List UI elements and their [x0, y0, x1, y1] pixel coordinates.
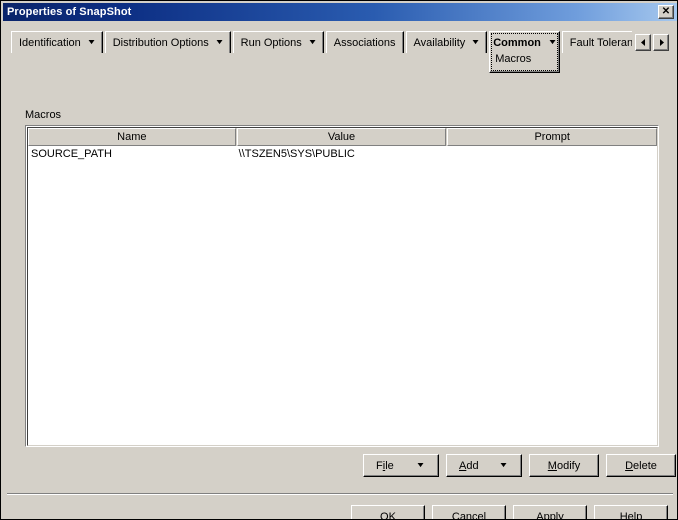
modify-button-label: Modify — [547, 459, 581, 472]
tab-scroll-buttons — [635, 31, 669, 53]
delete-button-label: Delete — [625, 459, 657, 472]
tab-common[interactable]: Common ▼ Macros — [489, 31, 560, 73]
macros-group-label: Macros — [25, 109, 62, 121]
close-icon[interactable]: ✕ — [658, 5, 674, 19]
macros-list-header: Name Value Prompt — [28, 128, 657, 146]
close-glyph: ✕ — [661, 6, 671, 17]
help-button-label: Help — [619, 510, 643, 520]
dialog-client-area: Identification ▼ Distribution Options ▼ … — [3, 22, 677, 520]
add-button[interactable]: Add ▼ — [446, 454, 522, 477]
dialog-buttons: OK Cancel Apply Help — [351, 505, 668, 520]
chevron-down-icon: ▼ — [214, 39, 225, 46]
chevron-down-icon: ▼ — [498, 462, 509, 469]
column-header-prompt[interactable]: Prompt — [447, 128, 657, 146]
tab-common-subitem-macros[interactable]: Macros — [495, 53, 531, 65]
tab-fault-tolerance[interactable]: Fault Tolerance — [561, 31, 632, 53]
chevron-down-icon: ▼ — [547, 39, 558, 46]
tab-distribution-options-label: Distribution Options — [112, 36, 209, 49]
help-button[interactable]: Help — [594, 505, 668, 520]
file-button-label: File — [376, 459, 394, 472]
delete-button[interactable]: Delete — [606, 454, 676, 477]
tab-run-options-label: Run Options — [240, 36, 302, 49]
window-title: Properties of SnapShot — [7, 6, 132, 18]
add-button-label: Add — [459, 459, 479, 472]
chevron-down-icon: ▼ — [86, 39, 97, 46]
tab-availability-label: Availability — [413, 36, 466, 49]
tab-common-header[interactable]: Common ▼ — [493, 34, 558, 51]
tab-fault-tolerance-label: Fault Tolerance — [569, 36, 632, 49]
macros-action-buttons: File ▼ Add ▼ Modify Delete — [363, 454, 676, 477]
dialog-separator — [7, 493, 673, 495]
tab-strip: Identification ▼ Distribution Options ▼ … — [11, 31, 669, 73]
apply-button-label: Apply — [536, 510, 564, 520]
macros-list-inner: Name Value Prompt SOURCE_PATH \\TSZEN5\S… — [27, 127, 658, 446]
apply-button[interactable]: Apply — [513, 505, 587, 520]
tab-identification-label: Identification — [19, 36, 81, 49]
ok-button[interactable]: OK — [351, 505, 425, 520]
title-bar: Properties of SnapShot ✕ — [3, 3, 677, 21]
cancel-button-label: Cancel — [451, 510, 487, 520]
ok-button-label: OK — [380, 510, 396, 520]
tab-availability[interactable]: Availability ▼ — [405, 31, 488, 53]
scroll-left-icon[interactable] — [635, 33, 651, 51]
modify-button[interactable]: Modify — [529, 454, 599, 477]
tab-run-options[interactable]: Run Options ▼ — [232, 31, 324, 53]
tab-associations-label: Associations — [333, 36, 396, 49]
macros-list-rows: SOURCE_PATH \\TSZEN5\SYS\PUBLIC — [28, 146, 657, 161]
column-header-name[interactable]: Name — [28, 128, 236, 146]
column-header-value[interactable]: Value — [236, 128, 447, 146]
chevron-down-icon: ▼ — [307, 39, 318, 46]
properties-dialog: Properties of SnapShot ✕ Identification … — [0, 0, 678, 520]
scroll-right-icon[interactable] — [653, 33, 669, 51]
cancel-button[interactable]: Cancel — [432, 505, 506, 520]
macros-list-view[interactable]: Name Value Prompt SOURCE_PATH \\TSZEN5\S… — [25, 125, 659, 447]
chevron-down-icon: ▼ — [470, 39, 481, 46]
chevron-down-icon: ▼ — [415, 462, 426, 469]
tab-identification[interactable]: Identification ▼ — [11, 31, 103, 53]
cell-name: SOURCE_PATH — [31, 147, 112, 160]
file-button[interactable]: File ▼ — [363, 454, 439, 477]
table-row[interactable]: SOURCE_PATH \\TSZEN5\SYS\PUBLIC — [28, 146, 657, 161]
cell-value: \\TSZEN5\SYS\PUBLIC — [238, 147, 355, 160]
tab-distribution-options[interactable]: Distribution Options ▼ — [104, 31, 231, 53]
tab-associations[interactable]: Associations — [325, 31, 404, 53]
tab-common-label: Common — [493, 36, 541, 49]
